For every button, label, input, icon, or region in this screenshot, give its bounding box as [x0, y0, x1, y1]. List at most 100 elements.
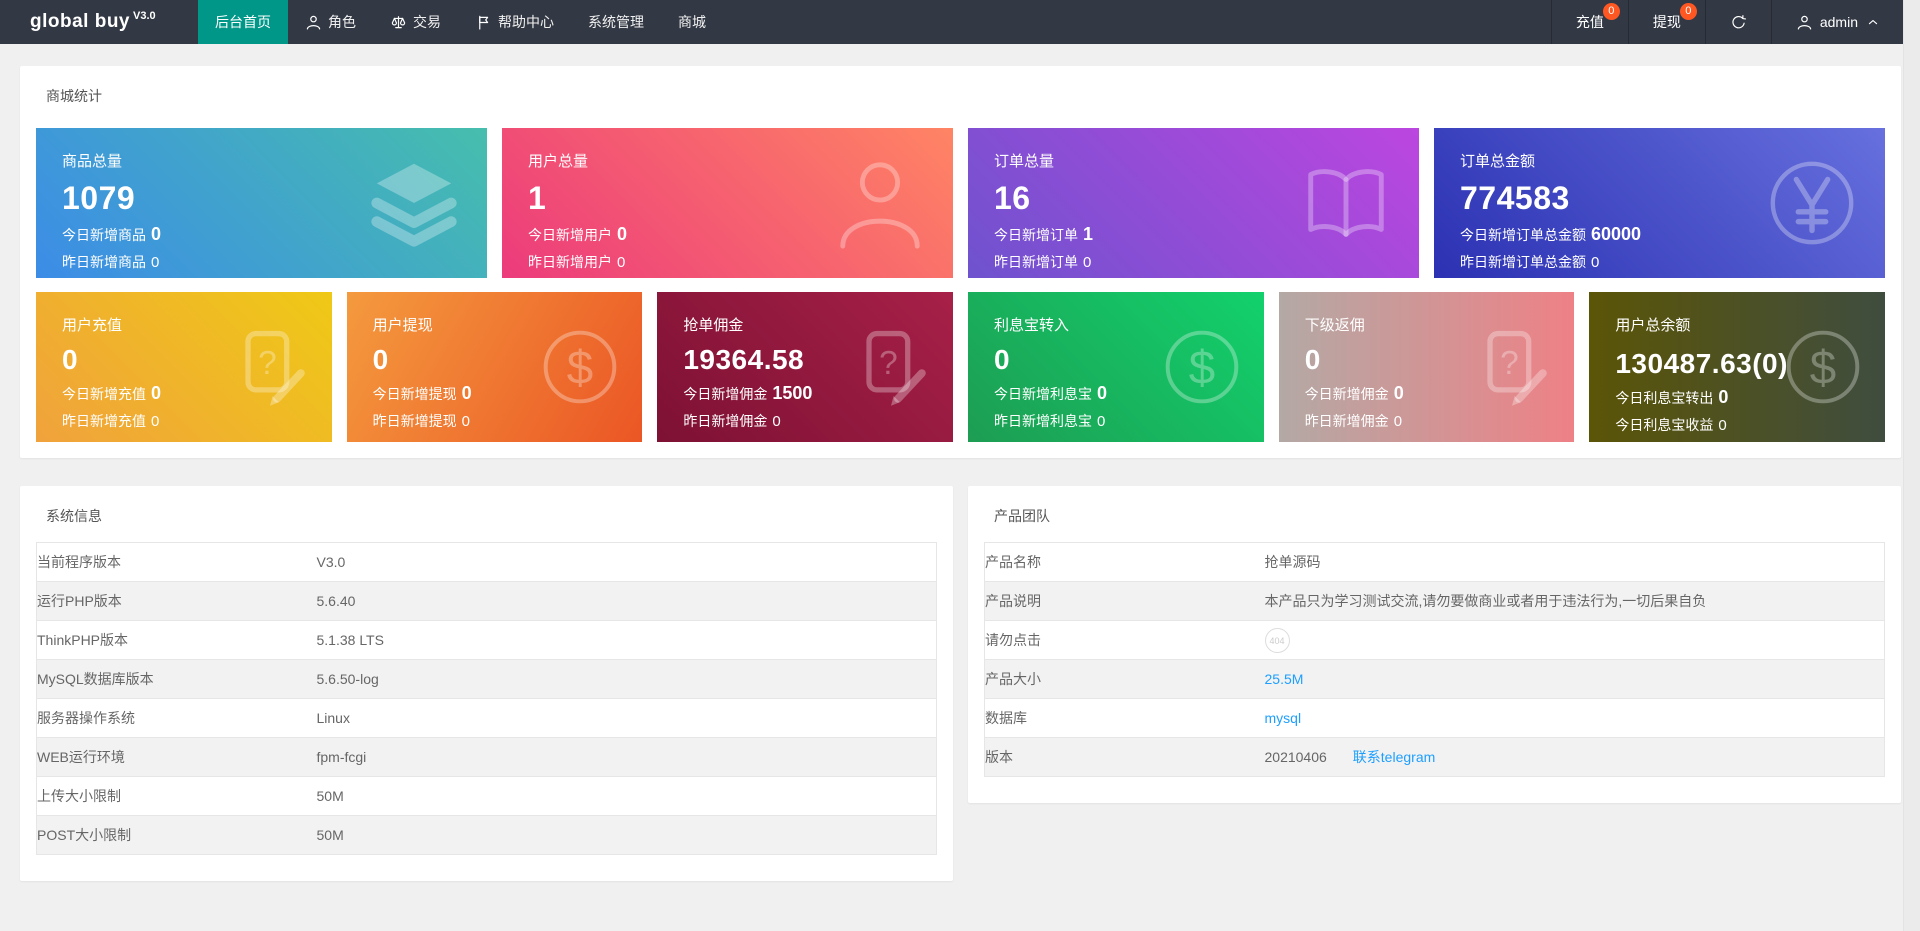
- system-info-row: MySQL数据库版本 5.6.50-log: [36, 659, 937, 699]
- nav-item-system[interactable]: 系统管理: [571, 0, 661, 44]
- doc-question-icon: ?: [226, 323, 314, 411]
- stat-card-yesterday-value: 0: [1083, 254, 1092, 271]
- stat-card-today-label: 今日新增利息宝: [994, 386, 1093, 402]
- nav-menu: 后台首页 角色 交易 帮助中心 系统管理 商城: [198, 0, 723, 44]
- mall-stats-panel: 商城统计 商品总量 1079 今日新增商品 0 昨日新增商品 0 用户总量 1 今日新增用户 0 昨…: [20, 66, 1901, 458]
- system-info-row-value: fpm-fcgi: [316, 737, 937, 777]
- product-team-row-value: mysql: [1264, 698, 1885, 738]
- dollar-icon: $: [536, 323, 624, 411]
- product-team-row-link[interactable]: mysql: [1265, 710, 1302, 726]
- stat-card-yesterday-value: 0: [1097, 413, 1106, 430]
- stat-card-yesterday-line: 今日利息宝收益 0: [1615, 415, 1859, 435]
- stat-card-today-label: 今日新增佣金: [683, 386, 768, 402]
- system-info-row-value-text: Linux: [316, 710, 350, 726]
- nav-item-label: 帮助中心: [498, 14, 554, 30]
- stat-card-yesterday-value: 0: [151, 254, 160, 271]
- product-team-row-value: 404: [1264, 620, 1885, 660]
- stat-card-yesterday-label: 昨日新增提现: [372, 413, 457, 429]
- product-team-row-link[interactable]: 联系telegram: [1353, 749, 1435, 765]
- mall-stats-title: 商城统计: [46, 88, 102, 104]
- system-info-row: 运行PHP版本 5.6.40: [36, 581, 937, 621]
- system-info-row-label: ThinkPHP版本: [36, 620, 317, 660]
- dollar-icon: $: [1158, 323, 1246, 411]
- product-team-row-value-text: 抢单源码: [1264, 554, 1321, 570]
- nav-item-help[interactable]: 帮助中心: [458, 0, 571, 44]
- nav-action-label: 提现: [1652, 14, 1681, 30]
- nav-item-label: 后台首页: [215, 14, 271, 30]
- nav-item-trade[interactable]: 交易: [373, 0, 458, 44]
- stat-card-today-label: 今日新增佣金: [1304, 386, 1389, 402]
- product-team-row-label: 产品大小: [984, 659, 1265, 699]
- system-info-row-label: 运行PHP版本: [36, 581, 317, 621]
- bottom-panels: 系统信息 当前程序版本 V3.0 运行PHP版本 5.6.40 ThinkPHP版本 5.…: [20, 486, 1901, 881]
- stat-card-today-value: 60000: [1591, 224, 1642, 244]
- system-info-row-value-text: V3.0: [316, 554, 346, 570]
- product-team-tbody: 产品名称 抢单源码 产品说明 本产品只为学习测试交流,请勿要做商业或者用于违法行为,一…: [984, 542, 1885, 777]
- doc-question-icon: ?: [847, 323, 935, 411]
- product-team-row-label: 产品名称: [984, 542, 1265, 582]
- scales-icon: [390, 14, 407, 31]
- app-logo[interactable]: global buy V3.0: [0, 0, 198, 44]
- stat-card-yesterday-line: 昨日新增提现 0: [373, 411, 617, 431]
- nav-action-refresh[interactable]: [1704, 0, 1771, 44]
- stat-card-today-label: 今日新增用户: [528, 227, 612, 243]
- nav-action-withdraw[interactable]: 提现 0: [1627, 0, 1705, 44]
- svg-text:$: $: [1188, 342, 1214, 395]
- nav-item-label: 商城: [678, 14, 706, 30]
- stat-card-yesterday-label: 昨日新增订单总金额: [1460, 254, 1586, 270]
- stat-card-today-value: 1500: [772, 383, 813, 403]
- stat-card-yesterday-line: 昨日新增佣金 0: [683, 411, 927, 431]
- nav-action-user-menu[interactable]: admin: [1770, 0, 1903, 44]
- stat-card-today-value: 0: [461, 383, 472, 403]
- stat-card-yesterday-value: 0: [461, 413, 471, 430]
- stat-card-yesterday-value: 0: [1718, 417, 1727, 434]
- nav-action-label: admin: [1819, 14, 1858, 30]
- nav-item-mall[interactable]: 商城: [661, 0, 723, 44]
- yen-icon: [1763, 154, 1861, 252]
- stat-card-user-balance: 用户总余额 130487.63(0) 今日利息宝转出 0 今日利息宝收益 0 $: [1589, 292, 1886, 442]
- stat-card-yesterday-label: 昨日新增佣金: [683, 413, 768, 429]
- product-team-row-value: 抢单源码: [1264, 542, 1885, 582]
- product-team-title: 产品团队: [994, 508, 1050, 524]
- stat-card-yesterday-label: 昨日新增利息宝: [994, 413, 1093, 429]
- stat-card-yesterday-line: 昨日新增充值 0: [62, 411, 306, 431]
- product-team-row-value-text: 20210406: [1264, 749, 1327, 765]
- stat-card-today-value: 0: [1718, 387, 1729, 407]
- svg-text:?: ?: [258, 345, 277, 382]
- stat-card-yesterday-value: 0: [1393, 413, 1403, 430]
- product-team-row-link[interactable]: 25.5M: [1265, 671, 1304, 687]
- stat-card-yesterday-line: 昨日新增用户 0: [528, 252, 927, 272]
- product-team-row-value: 25.5M: [1264, 659, 1885, 699]
- doc-question-icon: ?: [1468, 323, 1556, 411]
- app-logo-text: global buy: [30, 11, 130, 32]
- system-info-row-value: 5.1.38 LTS: [316, 620, 937, 660]
- system-info-row-label: POST大小限制: [36, 815, 317, 855]
- product-team-row-label: 请勿点击: [984, 620, 1265, 660]
- top-navbar: global buy V3.0 后台首页 角色 交易 帮助中心 系统管理 商城 充值 0 提现…: [0, 0, 1903, 44]
- product-team-row-label: 产品说明: [984, 581, 1265, 621]
- stat-card-today-label: 今日利息宝转出: [1615, 390, 1714, 406]
- svg-text:$: $: [567, 342, 593, 395]
- product-team-row-value: 20210406 联系telegram: [1264, 737, 1885, 777]
- nav-item-roles[interactable]: 角色: [288, 0, 373, 44]
- system-info-row-value-text: 50M: [316, 788, 344, 804]
- stat-card-yesterday-value: 0: [151, 413, 160, 430]
- system-info-row: POST大小限制 50M: [36, 815, 937, 855]
- product-team-row: 产品说明 本产品只为学习测试交流,请勿要做商业或者用于违法行为,一切后果自负: [984, 581, 1885, 621]
- system-info-row-value: V3.0: [316, 542, 937, 582]
- stat-card-order-amount: 订单总金额 774583 今日新增订单总金额 60000 昨日新增订单总金额 0: [1434, 128, 1885, 278]
- system-info-row: WEB运行环境 fpm-fcgi: [36, 737, 937, 777]
- svg-text:?: ?: [879, 345, 898, 382]
- system-info-row-value-text: 5.6.40: [316, 593, 356, 609]
- nav-action-recharge[interactable]: 充值 0: [1550, 0, 1628, 44]
- user-icon: [305, 14, 322, 31]
- book-icon: [1297, 154, 1395, 252]
- scrollbar-track[interactable]: [1903, 0, 1920, 931]
- stats-row-2: 用户充值 0 今日新增充值 0 昨日新增充值 0? 用户提现 0 今日新增提现 0 昨日新增提现 0 $…: [36, 292, 1886, 442]
- stat-card-sub-commission: 下级返佣 0 今日新增佣金 0 昨日新增佣金 0?: [1278, 292, 1575, 442]
- product-team-panel: 产品团队 产品名称 抢单源码 产品说明 本产品只为学习测试交流,请勿要做商业或者用于违…: [968, 486, 1901, 803]
- product-team-row: 产品名称 抢单源码: [984, 542, 1885, 582]
- refresh-icon[interactable]: [1730, 14, 1747, 31]
- system-info-row-value-text: fpm-fcgi: [316, 749, 367, 765]
- nav-item-home[interactable]: 后台首页: [198, 0, 288, 44]
